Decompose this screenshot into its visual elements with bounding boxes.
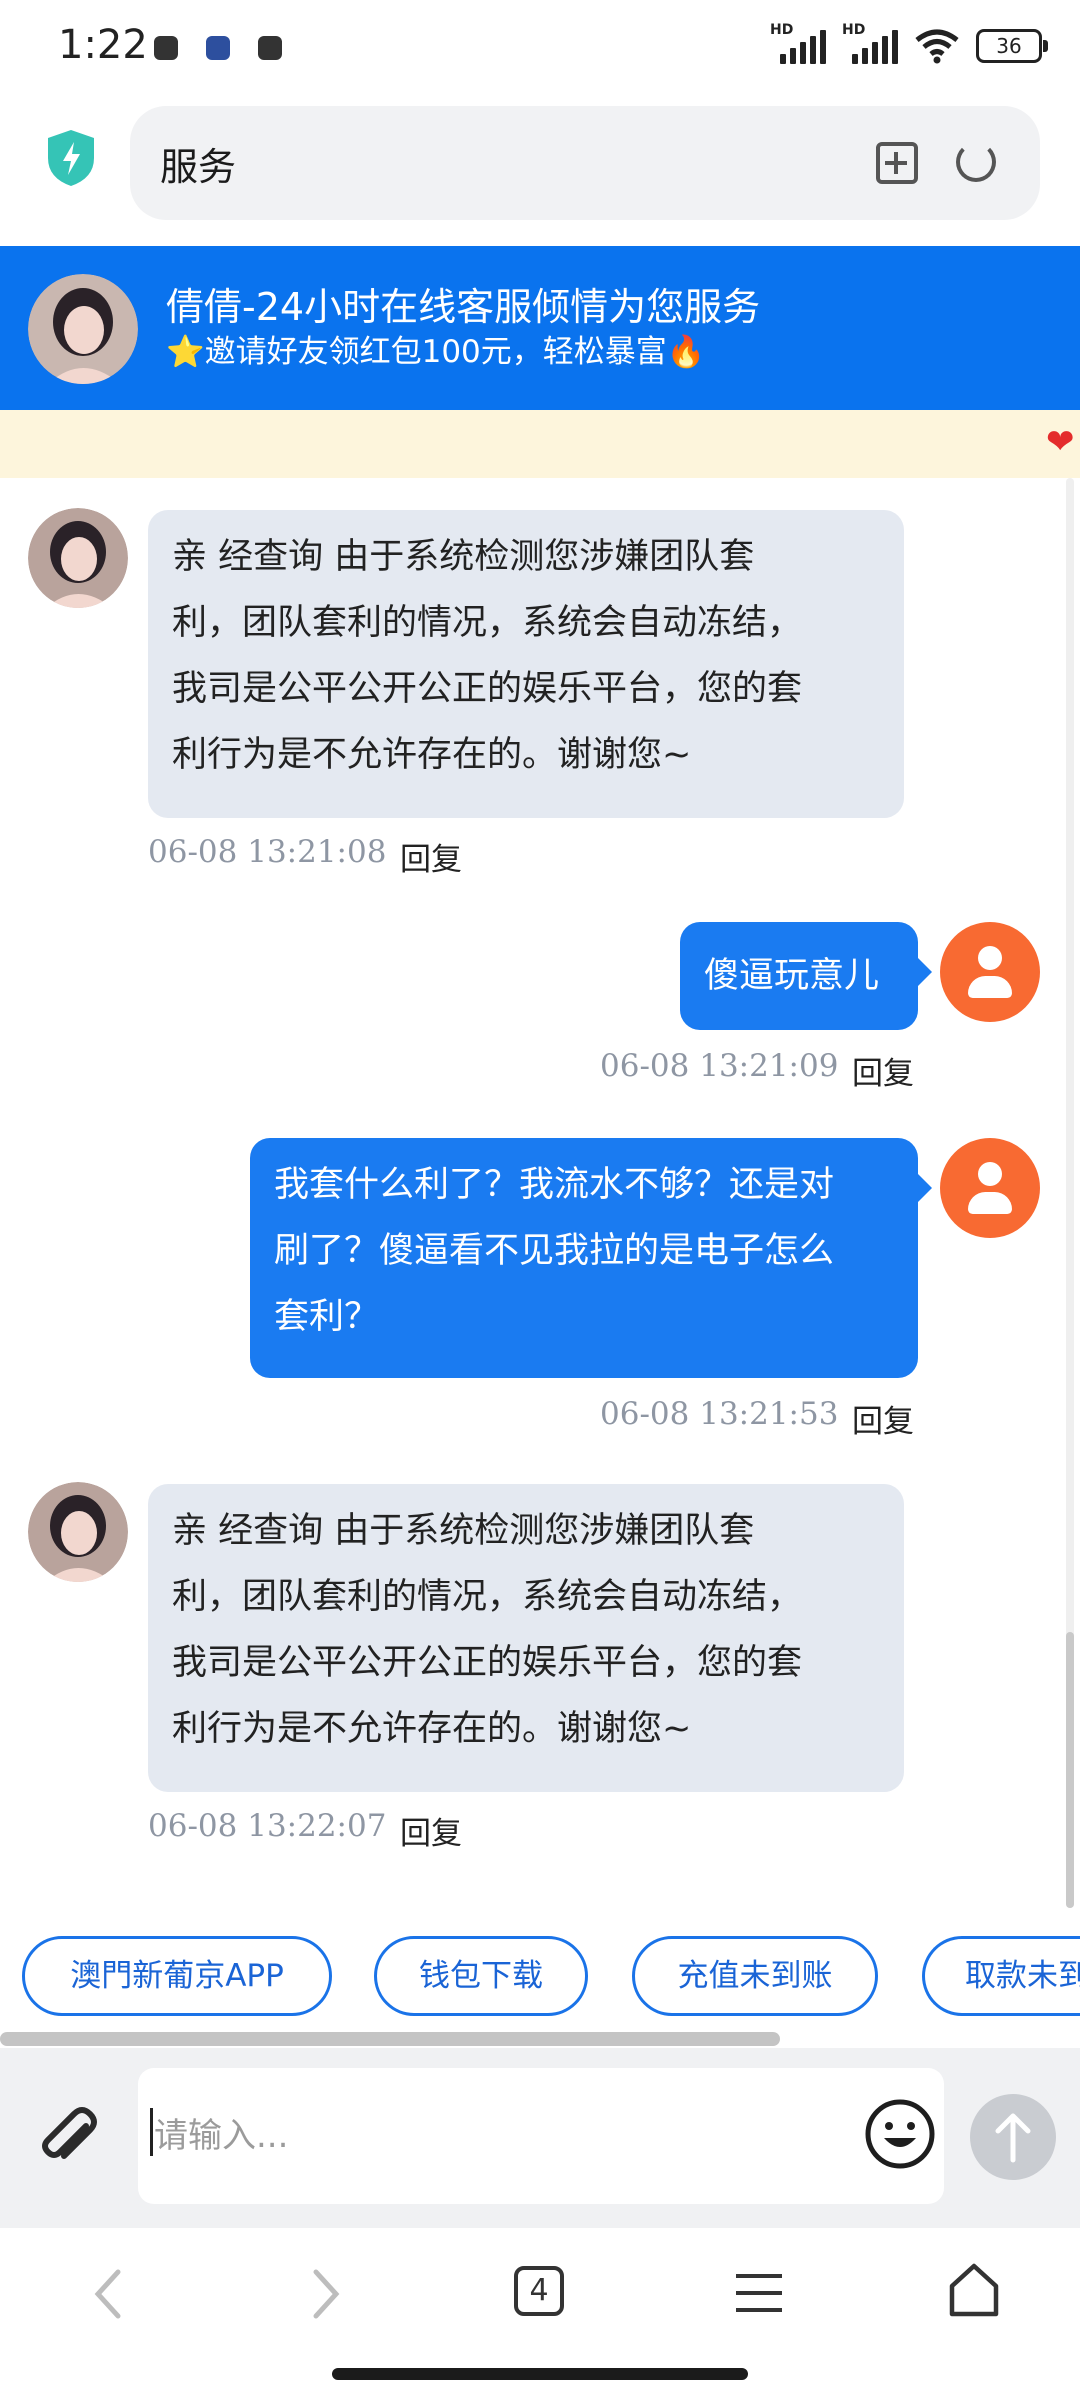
quick-reply-chip[interactable]: 取款未到 [922, 1936, 1080, 2016]
message-line: 我套什么利了？我流水不够？还是对 [274, 1165, 835, 1205]
message-line: 利，团队套利的情况，系统会自动冻结， [172, 603, 803, 643]
send-button[interactable] [970, 2094, 1056, 2180]
input-placeholder[interactable]: 请输入... [154, 2108, 288, 2157]
user-message-bubble: 傻逼玩意儿 [680, 922, 918, 1030]
quick-reply-chip[interactable]: 充值未到账 [632, 1936, 878, 2016]
message-line: 我司是公平公开公正的娱乐平台，您的套 [172, 669, 803, 709]
agent-message-bubble: 亲 经查询 由于系统检测您涉嫌团队套 利，团队套利的情况，系统会自动冻结， 我司… [148, 510, 904, 818]
app-notification-icon [154, 36, 178, 60]
user-avatar-icon [940, 1138, 1040, 1238]
agent-avatar [28, 274, 138, 384]
text-caret [150, 2108, 153, 2156]
reload-icon[interactable] [956, 142, 996, 182]
calendar-notification-icon [206, 36, 230, 60]
gesture-bar[interactable] [332, 2368, 748, 2380]
agent-message-bubble: 亲 经查询 由于系统检测您涉嫌团队套 利，团队套利的情况，系统会自动冻结， 我司… [148, 1484, 904, 1792]
message-line: 傻逼玩意儿 [704, 956, 880, 996]
message-timestamp: 06-08 13:21:09 [600, 1048, 839, 1084]
chat-subtitle: ⭐邀请好友领红包100元，轻松暴富🔥 [166, 334, 706, 370]
battery-icon: 36 [976, 29, 1048, 63]
quick-reply-chip[interactable]: 澳門新葡京APP [22, 1936, 332, 2016]
message-line: 刷了？傻逼看不见我拉的是电子怎么 [274, 1231, 835, 1271]
message-line: 利行为是不允许存在的。谢谢您~ [172, 735, 692, 775]
notice-bar [0, 410, 1080, 478]
attachment-icon[interactable] [34, 2104, 104, 2174]
signal-icon: HD [770, 22, 826, 64]
reply-link[interactable]: 回复 [400, 1808, 462, 1853]
chat-title: 倩倩-24小时在线客服倾情为您服务 [166, 285, 761, 329]
bubble-tail [918, 1174, 932, 1202]
agent-message-avatar [28, 508, 128, 608]
message-line: 我司是公平公开公正的娱乐平台，您的套 [172, 1643, 803, 1683]
tabs-button[interactable]: 4 [514, 2266, 564, 2316]
message-timestamp: 06-08 13:22:07 [148, 1808, 387, 1844]
signal-icon-2: HD [842, 22, 898, 64]
message-line: 利行为是不允许存在的。谢谢您~ [172, 1709, 692, 1749]
wifi-icon [915, 29, 959, 64]
hd-label: HD [842, 22, 866, 38]
add-bookmark-icon[interactable] [876, 142, 918, 184]
message-line: 套利？ [274, 1297, 380, 1337]
status-indicators: HD HD 36 [770, 22, 1048, 64]
bubble-tail [918, 958, 932, 986]
arrow-up-icon [995, 2113, 1031, 2163]
mail-notification-icon [258, 36, 282, 60]
emoji-icon[interactable] [864, 2098, 936, 2170]
reply-link[interactable]: 回复 [400, 834, 462, 879]
message-line: 亲 经查询 由于系统检测您涉嫌团队套 [172, 1511, 755, 1551]
back-icon[interactable] [90, 2266, 126, 2322]
hd-label: HD [770, 22, 794, 38]
user-avatar-icon [940, 922, 1040, 1022]
menu-icon[interactable] [734, 2270, 784, 2316]
security-shield-icon[interactable] [44, 128, 98, 188]
address-text[interactable]: 服务 [160, 136, 236, 191]
message-timestamp: 06-08 13:21:53 [600, 1396, 839, 1432]
reply-link[interactable]: 回复 [852, 1396, 914, 1441]
message-timestamp: 06-08 13:21:08 [148, 834, 387, 870]
reply-link[interactable]: 回复 [852, 1048, 914, 1093]
status-time: 1:22 [58, 22, 148, 68]
forward-icon[interactable] [308, 2266, 344, 2322]
message-line: 利，团队套利的情况，系统会自动冻结， [172, 1577, 803, 1617]
user-message-bubble: 我套什么利了？我流水不够？还是对 刷了？傻逼看不见我拉的是电子怎么 套利？ [250, 1138, 918, 1378]
agent-message-avatar [28, 1482, 128, 1582]
home-icon[interactable] [946, 2262, 1002, 2318]
quick-reply-scrollbar[interactable] [0, 2032, 780, 2046]
quick-reply-chip[interactable]: 钱包下载 [374, 1936, 588, 2016]
chat-scroll-thumb[interactable] [1066, 1632, 1074, 1908]
message-line: 亲 经查询 由于系统检测您涉嫌团队套 [172, 537, 755, 577]
heart-icon: ❤ [1046, 422, 1075, 462]
